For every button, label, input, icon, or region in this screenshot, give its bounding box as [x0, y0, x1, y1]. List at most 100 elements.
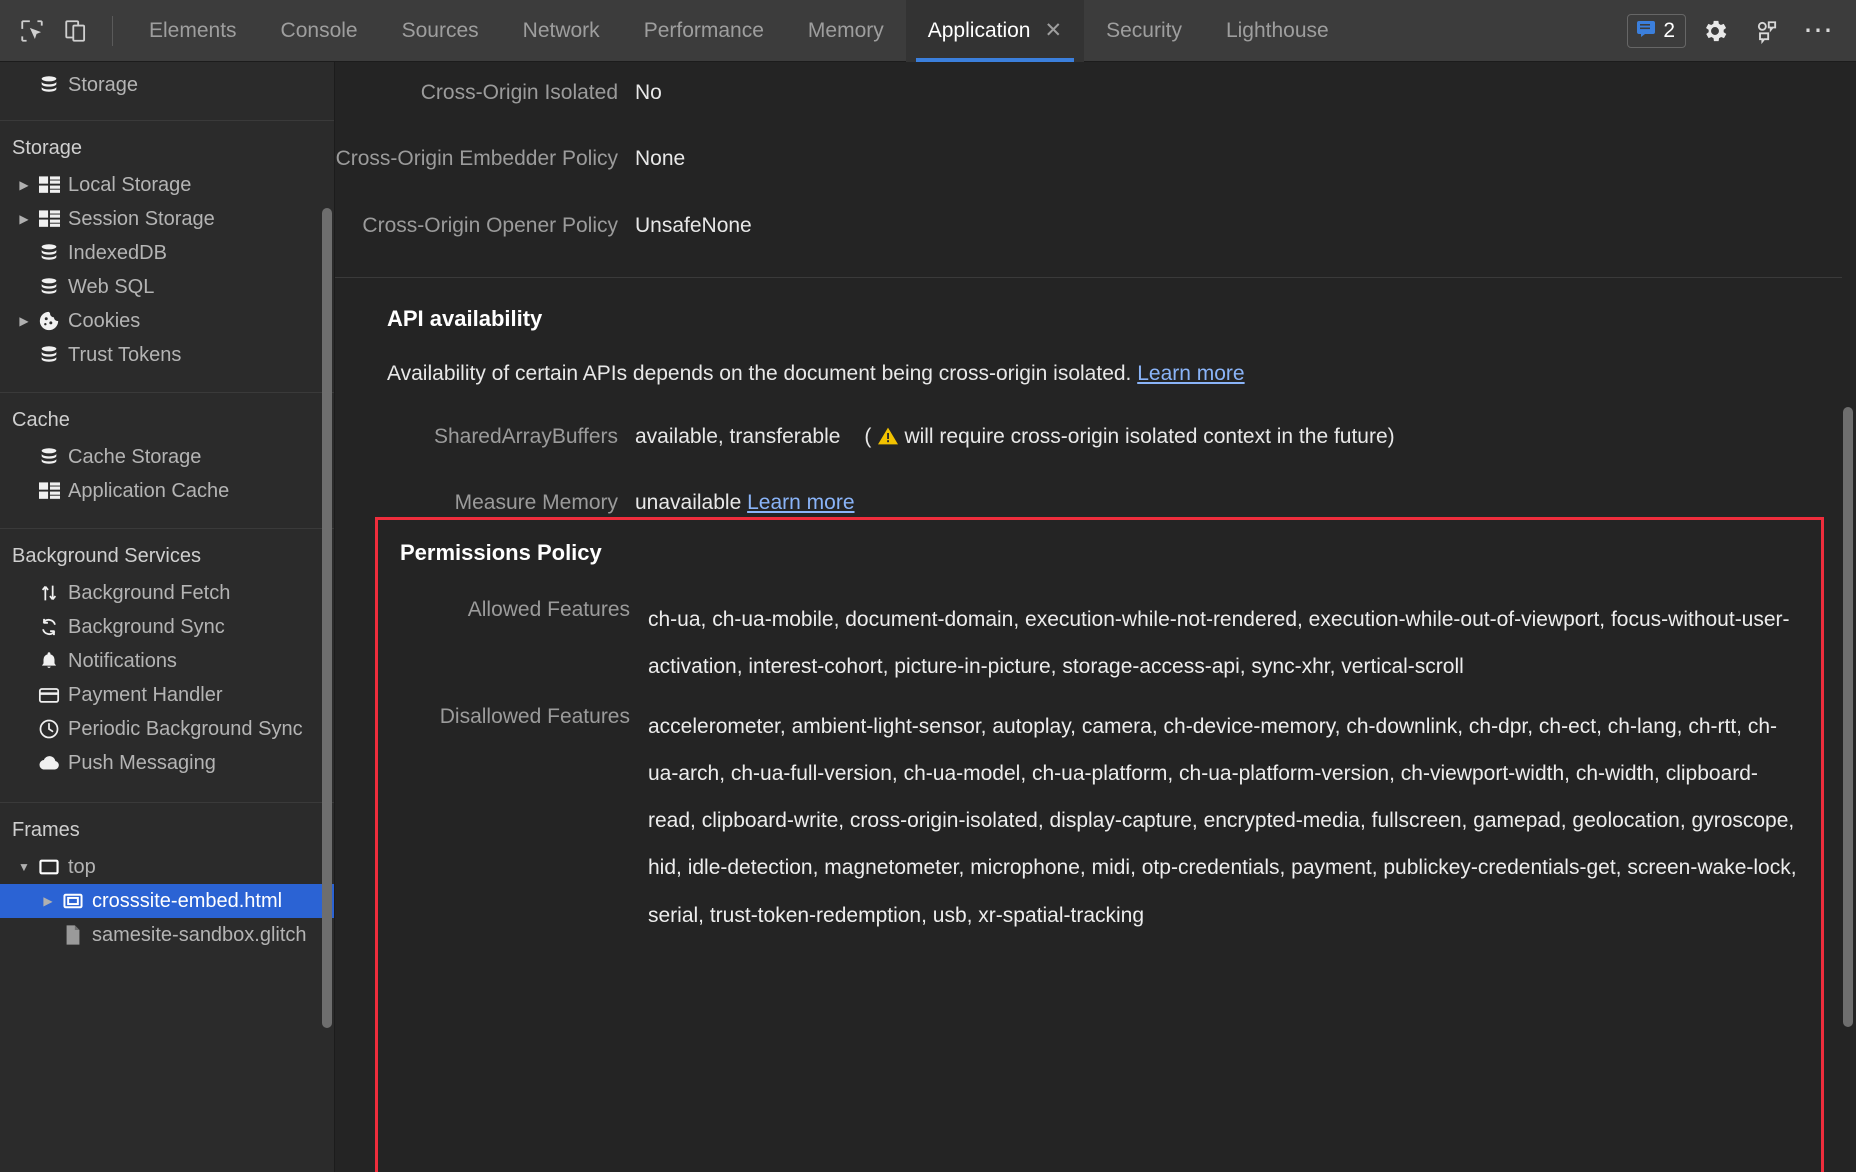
sidebar-item-background-sync[interactable]: Background Sync	[0, 610, 334, 644]
database-icon	[34, 74, 64, 96]
learn-more-link[interactable]: Learn more	[1137, 362, 1244, 385]
sidebar-item-payment-handler[interactable]: Payment Handler	[0, 678, 334, 712]
sidebar-item-frame-samesite-sandbox[interactable]: samesite-sandbox.glitch	[0, 918, 334, 952]
row-key: Cross-Origin Opener Policy	[362, 213, 618, 237]
sidebar-item-application-cache[interactable]: Application Cache	[0, 474, 334, 508]
console-message-badge[interactable]: 2	[1627, 13, 1686, 48]
sidebar-item-cache-storage[interactable]: Cache Storage	[0, 440, 334, 474]
row-shared-array-buffers: SharedArrayBuffers available, transferab…	[335, 386, 1842, 450]
sidebar-item-session-storage[interactable]: ▶ Session Storage	[0, 202, 334, 236]
sidebar-item-label: IndexedDB	[68, 241, 167, 264]
message-bubble-icon	[1636, 20, 1656, 42]
chevron-right-icon[interactable]: ▶	[14, 178, 34, 192]
row-value: accelerometer, ambient-light-sensor, aut…	[648, 714, 1797, 927]
sidebar-item-periodic-background-sync[interactable]: Periodic Background Sync	[0, 712, 334, 746]
frame-icon	[58, 892, 88, 910]
row-value: available, transferable ( will require c…	[635, 424, 1842, 450]
permissions-policy-section: Permissions Policy Allowed Features ch-u…	[375, 517, 1824, 1172]
sidebar-item-label: Storage	[68, 73, 139, 96]
row-key: Allowed Features	[467, 598, 630, 621]
sidebar-item-background-fetch[interactable]: Background Fetch	[0, 576, 334, 610]
row-key: SharedArrayBuffers	[433, 424, 618, 448]
sidebar-item-label: Cookies	[68, 309, 141, 332]
chevron-right-icon[interactable]: ▶	[14, 314, 34, 328]
table-icon	[34, 210, 64, 228]
clock-icon	[34, 718, 64, 740]
description-text: Availability of certain APIs depends on …	[387, 361, 1138, 385]
api-availability-title: API availability	[387, 305, 543, 331]
panel-tabs: Elements Console Sources Network Perform…	[127, 0, 1627, 62]
devtools-body: Storage Storage ▶ Local Storage ▶ Sessio…	[0, 62, 1856, 1172]
more-options-icon[interactable]: ⋯	[1796, 8, 1842, 54]
sidebar-item-local-storage[interactable]: ▶ Local Storage	[0, 168, 334, 202]
frame-details-content: Cross-Origin Isolated No Cross-Origin Em…	[335, 62, 1842, 1172]
tab-sources[interactable]: Sources	[380, 0, 501, 62]
row-value: UnsafeNone	[635, 213, 752, 237]
row-disallowed-features: Disallowed Features accelerometer, ambie…	[390, 703, 1799, 939]
devtools-toolbar: Elements Console Sources Network Perform…	[0, 0, 1856, 62]
sidebar-item-label: Application Cache	[68, 479, 230, 502]
sidebar-item-storage-top[interactable]: Storage	[0, 68, 334, 102]
sidebar-item-label: Payment Handler	[68, 683, 223, 706]
chevron-down-icon[interactable]: ▼	[14, 860, 34, 874]
api-availability-description: Availability of certain APIs depends on …	[335, 332, 1842, 386]
tab-label: Application	[927, 18, 1031, 42]
main-panel-scrollbar[interactable]	[1843, 407, 1853, 1027]
tab-performance[interactable]: Performance	[622, 0, 786, 62]
sidebar-item-cookies[interactable]: ▶ Cookies	[0, 304, 334, 338]
sidebar-item-label: top	[68, 855, 96, 878]
devtools-window: Elements Console Sources Network Perform…	[0, 0, 1856, 1172]
row-value: ch-ua, ch-ua-mobile, document-domain, ex…	[648, 608, 1790, 679]
sidebar-item-label: Background Sync	[68, 615, 225, 638]
security-isolation-rows: Cross-Origin Isolated No Cross-Origin Em…	[335, 62, 1842, 239]
tab-memory[interactable]: Memory	[786, 0, 906, 62]
devices-icon[interactable]	[1744, 8, 1790, 54]
sidebar-item-trust-tokens[interactable]: Trust Tokens	[0, 338, 334, 372]
database-icon	[34, 344, 64, 366]
sidebar-item-label: Cache Storage	[68, 445, 202, 468]
warning-triangle-icon	[871, 426, 904, 448]
sidebar-scrollbar[interactable]	[322, 208, 332, 1028]
gear-icon[interactable]	[1692, 8, 1738, 54]
row-key: Cross-Origin Embedder Policy	[335, 147, 618, 171]
tab-elements[interactable]: Elements	[127, 0, 259, 62]
sidebar-scroll-content: Storage Storage ▶ Local Storage ▶ Sessio…	[0, 62, 334, 1172]
sidebar-group-frames: Frames	[12, 819, 80, 841]
row-value: No	[635, 81, 662, 104]
permissions-policy-title: Permissions Policy	[400, 540, 602, 565]
document-icon	[58, 924, 88, 946]
database-icon	[34, 242, 64, 264]
tab-network[interactable]: Network	[501, 0, 622, 62]
close-icon[interactable]: ✕	[1044, 20, 1062, 41]
cloud-icon	[34, 754, 64, 772]
table-icon	[34, 482, 64, 500]
note-text: will require cross-origin isolated conte…	[904, 424, 1395, 448]
tab-security[interactable]: Security	[1084, 0, 1204, 62]
tab-lighthouse[interactable]: Lighthouse	[1204, 0, 1351, 62]
sidebar-item-frame-crosssite-embed[interactable]: ▶ crosssite-embed.html	[0, 884, 334, 918]
chevron-right-icon[interactable]: ▶	[14, 212, 34, 226]
learn-more-link[interactable]: Learn more	[747, 491, 854, 514]
tab-label: Elements	[149, 18, 237, 42]
sidebar-item-indexeddb[interactable]: IndexedDB	[0, 236, 334, 270]
tab-console[interactable]: Console	[259, 0, 380, 62]
sidebar-item-notifications[interactable]: Notifications	[0, 644, 334, 678]
row-key: Disallowed Features	[439, 704, 630, 728]
tab-application[interactable]: Application ✕	[905, 0, 1085, 62]
sidebar-item-push-messaging[interactable]: Push Messaging	[0, 746, 334, 780]
cookie-icon	[34, 310, 64, 332]
tab-label: Network	[522, 18, 600, 42]
sidebar-item-label: Session Storage	[68, 207, 215, 230]
device-toolbar-icon[interactable]	[54, 9, 98, 53]
sidebar-group-storage: Storage	[12, 137, 83, 159]
inspect-element-icon[interactable]	[10, 9, 54, 53]
bell-icon	[34, 650, 64, 672]
sidebar-item-frame-top[interactable]: ▼ top	[0, 850, 334, 884]
sidebar-item-web-sql[interactable]: Web SQL	[0, 270, 334, 304]
value-text: unavailable	[635, 491, 742, 514]
chevron-right-icon[interactable]: ▶	[38, 894, 58, 908]
application-sidebar[interactable]: Storage Storage ▶ Local Storage ▶ Sessio…	[0, 62, 335, 1172]
sidebar-item-label: Periodic Background Sync	[68, 717, 303, 740]
tab-label: Security	[1106, 18, 1182, 42]
sidebar-item-label: crosssite-embed.html	[92, 889, 283, 912]
